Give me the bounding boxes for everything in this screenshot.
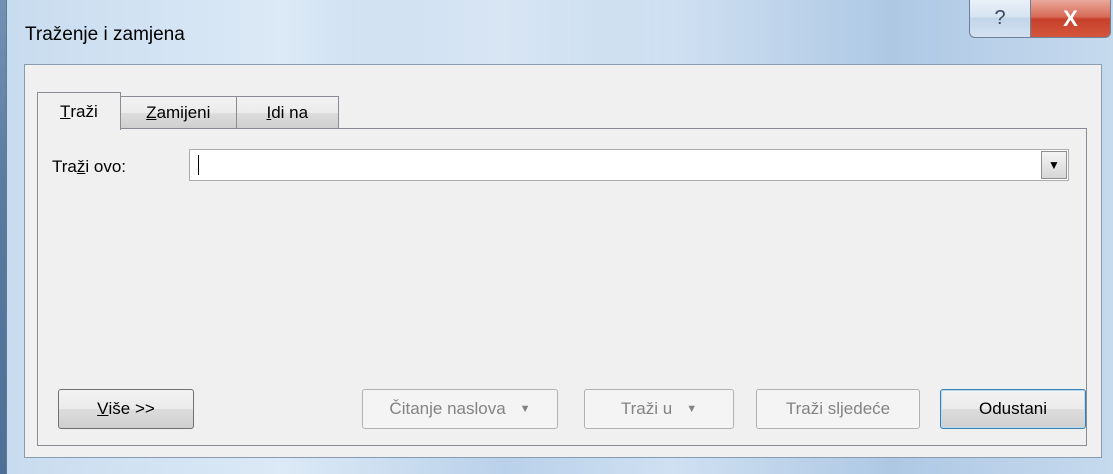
find-next-button[interactable]: Traži sljedeće	[756, 389, 920, 429]
title-glass	[337, 0, 667, 64]
close-button[interactable]: X	[1031, 0, 1111, 38]
help-button[interactable]: ?	[969, 0, 1031, 38]
find-what-label: Traži ovo:	[52, 157, 126, 177]
find-tab-panel: Traži ovo: ▼ Više >> Čitanje naslova ▼ T…	[37, 128, 1087, 446]
text-caret	[198, 155, 199, 175]
find-what-combobox[interactable]: ▼	[189, 149, 1069, 181]
find-in-label: Traži u	[620, 399, 673, 418]
tab-goto[interactable]: Idi na	[236, 96, 339, 129]
find-dropdown-button[interactable]: ▼	[1041, 151, 1067, 179]
window-title: Traženje i zamjena	[25, 24, 185, 45]
caption-buttons: ? X	[969, 0, 1111, 40]
chevron-down-icon: ▼	[686, 403, 698, 415]
close-x-icon: X	[1063, 5, 1078, 31]
find-label-rest: i ovo:	[85, 157, 127, 176]
tab-replace-accel: Z	[146, 103, 157, 122]
more-button[interactable]: Više >>	[58, 389, 194, 429]
help-question-icon: ?	[994, 7, 1006, 29]
cancel-label: Odustani	[978, 399, 1048, 418]
dialog-client-area: Traži Zamijeni Idi na Traži ovo: ▼ Više …	[24, 64, 1102, 458]
find-in-button[interactable]: Traži u ▼	[584, 389, 734, 429]
tab-find[interactable]: Traži	[37, 92, 121, 130]
more-label: iše >>	[108, 399, 155, 418]
reading-highlight-button[interactable]: Čitanje naslova ▼	[362, 389, 558, 429]
tab-find-accel: T	[60, 101, 71, 121]
find-label-prefix: Tra	[52, 157, 77, 176]
tab-find-label: raži	[70, 101, 98, 121]
chevron-down-icon: ▼	[519, 403, 531, 415]
tab-replace[interactable]: Zamijeni	[120, 96, 237, 129]
reading-highlight-label: Čitanje naslova	[389, 399, 506, 418]
chevron-down-icon: ▼	[1048, 158, 1060, 172]
title-bar[interactable]: Traženje i zamjena ? X	[7, 0, 1113, 64]
tab-strip: Traži Zamijeni Idi na	[37, 91, 339, 130]
find-next-label: Traži sljedeće	[785, 399, 891, 418]
cancel-button[interactable]: Odustani	[940, 389, 1086, 429]
tab-goto-label: di na	[271, 103, 309, 122]
tab-replace-label: amijeni	[156, 103, 211, 122]
more-accel: V	[97, 399, 109, 418]
